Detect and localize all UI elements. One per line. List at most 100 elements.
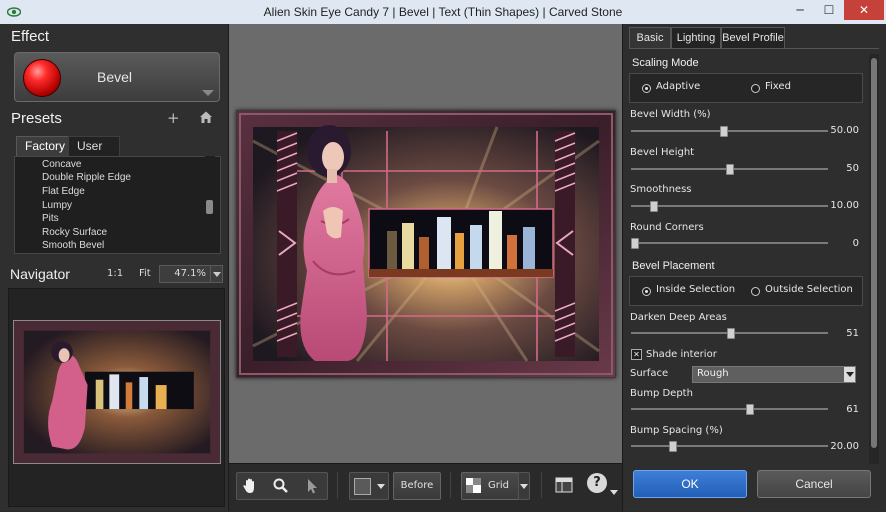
radio-fixed[interactable]	[751, 84, 760, 93]
background-color-selector[interactable]	[349, 472, 389, 500]
bump-depth-value[interactable]: 61	[819, 404, 859, 415]
help-dropdown-icon[interactable]	[610, 490, 618, 495]
shade-interior-label[interactable]: Shade interior	[646, 349, 717, 360]
pointer-tool-icon[interactable]	[303, 477, 321, 495]
navigator-preview-image	[14, 321, 220, 463]
radio-adaptive-label[interactable]: Adaptive	[656, 81, 700, 92]
preset-scroll-thumb[interactable]	[206, 200, 213, 214]
radio-inside-selection-label[interactable]: Inside Selection	[656, 284, 735, 295]
smoothness-value[interactable]: 10.00	[819, 200, 859, 211]
zoom-dropdown-button[interactable]	[210, 265, 223, 283]
radio-outside-selection[interactable]	[751, 287, 760, 296]
preview-image-frame[interactable]	[236, 110, 616, 378]
bevel-height-slider[interactable]	[631, 164, 828, 175]
zoom-one-to-one[interactable]: 1:1	[107, 268, 123, 279]
effect-selector-button[interactable]: Bevel	[14, 52, 220, 102]
cancel-button[interactable]: Cancel	[757, 470, 871, 498]
before-button[interactable]: Before	[393, 472, 441, 500]
bevel-width-label: Bevel Width (%)	[630, 109, 711, 120]
preset-item-smooth-bevel[interactable]: Smooth Bevel	[42, 240, 104, 253]
grid-button[interactable]: Grid	[461, 472, 519, 500]
bump-spacing-slider[interactable]	[631, 441, 828, 452]
toolbar-divider	[337, 472, 338, 498]
tab-user[interactable]: User	[68, 136, 120, 157]
layout-icon[interactable]	[555, 476, 573, 494]
preset-item-rocky-surface[interactable]: Rocky Surface	[42, 227, 107, 240]
smoothness-slider[interactable]	[631, 201, 828, 212]
smoothness-thumb[interactable]	[649, 201, 658, 212]
grid-label: Grid	[488, 480, 509, 491]
hand-tool-icon[interactable]	[241, 477, 259, 495]
add-preset-icon[interactable]: +	[167, 109, 180, 127]
close-button[interactable]: ✕	[844, 0, 884, 20]
bump-spacing-thumb[interactable]	[668, 441, 677, 452]
radio-inside-selection[interactable]	[642, 287, 651, 296]
background-dropdown-icon	[377, 484, 385, 489]
smoothness-label: Smoothness	[630, 184, 692, 195]
round-corners-label: Round Corners	[630, 222, 704, 233]
home-icon[interactable]	[199, 110, 213, 124]
radio-adaptive[interactable]	[642, 84, 651, 93]
preset-item-flat-edge[interactable]: Flat Edge	[42, 186, 85, 199]
window-title: Alien Skin Eye Candy 7 | Bevel | Text (T…	[263, 5, 623, 19]
bump-depth-thumb[interactable]	[746, 404, 755, 415]
tab-basic[interactable]: Basic	[629, 27, 671, 48]
bump-spacing-label: Bump Spacing (%)	[630, 425, 723, 436]
bevel-height-label: Bevel Height	[630, 147, 695, 158]
bump-depth-slider[interactable]	[631, 404, 828, 415]
bump-depth-label: Bump Depth	[630, 388, 693, 399]
zoom-field[interactable]: 47.1%	[159, 265, 211, 283]
zoom-fit[interactable]: Fit	[139, 268, 151, 279]
effect-heading: Effect	[11, 28, 50, 45]
bevel-placement-group: Inside Selection Outside Selection	[629, 276, 863, 306]
settings-scroll-thumb[interactable]	[871, 58, 877, 448]
presets-heading: Presets	[11, 110, 62, 127]
grid-dropdown-button[interactable]	[518, 472, 530, 500]
preset-list[interactable]: Concave Double Ripple Edge Flat Edge Lum…	[14, 156, 221, 254]
settings-panel: Basic Lighting Bevel Profile Scaling Mod…	[622, 24, 886, 511]
preset-item-lumpy[interactable]: Lumpy	[42, 200, 72, 213]
bevel-width-thumb[interactable]	[719, 126, 728, 137]
toolbar-divider	[541, 472, 542, 498]
navigator-heading: Navigator	[10, 266, 70, 282]
scaling-mode-group: Adaptive Fixed	[629, 73, 863, 103]
tab-lighting[interactable]: Lighting	[671, 27, 721, 48]
maximize-button[interactable]: ☐	[815, 0, 843, 20]
zoom-value: 47.1%	[174, 268, 206, 279]
shade-interior-checkbox[interactable]: ✕	[631, 349, 642, 360]
preset-item-concave[interactable]: Concave	[42, 159, 81, 172]
darken-deep-areas-slider[interactable]	[631, 328, 828, 339]
bevel-height-thumb[interactable]	[725, 164, 734, 175]
bump-spacing-value[interactable]: 20.00	[819, 441, 859, 452]
title-bar: Alien Skin Eye Candy 7 | Bevel | Text (T…	[0, 0, 886, 25]
bevel-placement-title: Bevel Placement	[632, 260, 715, 272]
ok-button[interactable]: OK	[633, 470, 747, 498]
bevel-height-value[interactable]: 50	[819, 163, 859, 174]
darken-deep-areas-thumb[interactable]	[727, 328, 736, 339]
tool-group	[236, 472, 328, 500]
tab-bevel-profile[interactable]: Bevel Profile	[721, 27, 785, 48]
radio-fixed-label[interactable]: Fixed	[765, 81, 791, 92]
zoom-tool-icon[interactable]	[272, 477, 290, 495]
round-corners-slider[interactable]	[631, 238, 828, 249]
settings-scrollbar[interactable]	[869, 54, 879, 464]
round-corners-value[interactable]: 0	[819, 238, 859, 249]
surface-value: Rough	[697, 368, 729, 379]
preset-item-pits[interactable]: Pits	[42, 213, 59, 226]
bevel-width-slider[interactable]	[631, 126, 828, 137]
surface-select[interactable]: Rough	[692, 366, 856, 383]
help-button[interactable]: ?	[587, 473, 607, 493]
effect-icon	[23, 59, 61, 97]
toolbar-divider	[450, 472, 451, 498]
navigator-thumbnail[interactable]	[13, 320, 221, 464]
preset-scrollbar[interactable]	[205, 156, 215, 252]
round-corners-thumb[interactable]	[631, 238, 639, 249]
preview-image	[237, 111, 615, 377]
bevel-width-value[interactable]: 50.00	[819, 125, 859, 136]
grid-dropdown-icon	[520, 484, 528, 489]
radio-outside-selection-label[interactable]: Outside Selection	[765, 284, 853, 295]
minimize-button[interactable]: ─	[786, 0, 814, 20]
darken-deep-areas-value[interactable]: 51	[819, 328, 859, 339]
preset-item-double-ripple-edge[interactable]: Double Ripple Edge	[42, 172, 131, 185]
tab-factory[interactable]: Factory	[16, 136, 70, 156]
